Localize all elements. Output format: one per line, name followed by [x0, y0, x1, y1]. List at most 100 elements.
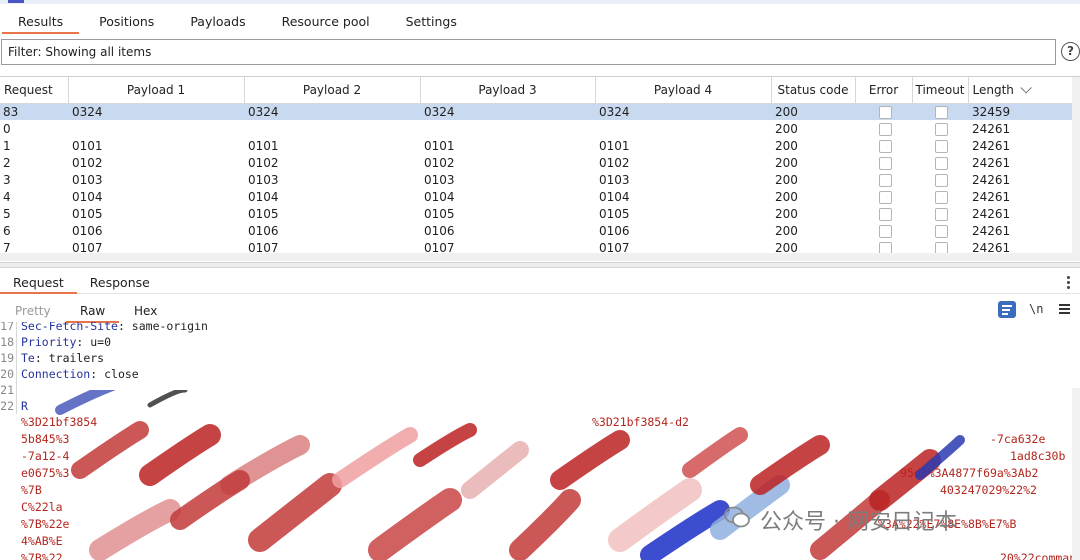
request-response-tabs: Request Response	[0, 272, 1080, 294]
cell-payload-1: 0324	[68, 103, 244, 120]
header-name: Connection	[21, 367, 91, 381]
column-header-request[interactable]: Request	[0, 77, 69, 104]
cell-length: 24261	[972, 121, 1011, 136]
editor-menu-icon[interactable]	[1059, 304, 1070, 314]
column-header-payload-1[interactable]: Payload 1	[68, 77, 245, 104]
app-accent-mark	[8, 0, 24, 3]
error-checkbox	[878, 173, 892, 187]
column-header-status-code[interactable]: Status code	[771, 77, 856, 104]
editor-line: 18 Priority: u=0	[0, 334, 111, 350]
cell-payload-4: 0101	[599, 138, 630, 153]
help-icon[interactable]: ?	[1061, 42, 1080, 61]
filter-bar[interactable]: Filter: Showing all items	[1, 39, 1056, 65]
table-row[interactable]: 5 0105 0105 0105 0105 200 24261	[0, 205, 1072, 222]
table-row[interactable]: 83 0324 0324 0324 0324 200 32459	[0, 103, 1072, 120]
table-horizontal-scrollbar[interactable]	[0, 253, 1072, 261]
tab-positions[interactable]: Positions	[81, 8, 172, 34]
tab-resource-pool[interactable]: Resource pool	[264, 8, 388, 34]
redaction-stroke	[248, 473, 342, 552]
cell-timeout	[912, 154, 968, 171]
more-options-icon[interactable]	[1067, 276, 1071, 290]
cell-timeout	[912, 103, 968, 120]
cell-length: 24261	[972, 189, 1011, 204]
redaction-stroke	[509, 489, 581, 560]
table-row[interactable]: 2 0102 0102 0102 0102 200 24261	[0, 154, 1072, 171]
cell-payload-2: 0103	[248, 172, 279, 187]
cell-timeout	[912, 120, 968, 137]
cell-payload-2: 0105	[248, 206, 279, 221]
line-number: 17	[0, 322, 14, 333]
cell-request: 0	[3, 121, 11, 136]
column-header-payload-4[interactable]: Payload 4	[595, 77, 772, 104]
split-pane-divider[interactable]	[0, 262, 1080, 268]
table-row[interactable]: 4 0104 0104 0104 0104 200 24261	[0, 188, 1072, 205]
header-separator: :	[34, 351, 49, 365]
header-separator: :	[90, 367, 105, 381]
cell-error	[855, 222, 912, 239]
cell-status-code: 200	[775, 121, 798, 136]
tab-pretty[interactable]: Pretty	[15, 300, 51, 322]
cell-status-code: 200	[771, 103, 855, 120]
tab-hex[interactable]: Hex	[134, 300, 157, 322]
table-header-row: Request Payload 1 Payload 2 Payload 3 Pa…	[0, 77, 1073, 104]
cell-payload-1	[68, 120, 244, 137]
tab-request[interactable]: Request	[0, 272, 77, 294]
cell-error	[855, 154, 912, 171]
header-value: close	[104, 367, 139, 381]
redaction-stroke	[332, 427, 418, 488]
table-row[interactable]: 0 200 24261	[0, 120, 1072, 137]
cell-request: 3	[3, 172, 11, 187]
results-table-panel: Request Payload 1 Payload 2 Payload 3 Pa…	[0, 76, 1080, 261]
cell-length: 24261	[972, 223, 1011, 238]
cell-status-code: 200	[775, 206, 798, 221]
line-number: 20	[0, 367, 14, 381]
cell-timeout	[912, 137, 968, 154]
table-row[interactable]: 6 0106 0106 0106 0106 200 24261	[0, 222, 1072, 239]
tab-settings[interactable]: Settings	[388, 8, 475, 34]
cell-payload-1: 0103	[72, 172, 103, 187]
error-checkbox	[878, 105, 892, 119]
table-row[interactable]: 1 0101 0101 0101 0101 200 24261	[0, 137, 1072, 154]
column-header-length[interactable]: Length	[968, 77, 1073, 104]
error-checkbox	[878, 190, 892, 204]
watermark: 公众号 · 网安日记本	[724, 500, 1080, 540]
cell-request: 4	[3, 189, 11, 204]
error-checkbox	[878, 122, 892, 136]
cell-length: 24261	[972, 172, 1011, 187]
cell-payload-4: 0324	[595, 103, 771, 120]
tab-response[interactable]: Response	[77, 272, 163, 293]
show-newlines-icon[interactable]: \n	[1029, 302, 1043, 316]
redaction-stroke	[55, 390, 116, 415]
timeout-checkbox	[935, 139, 948, 153]
column-header-payload-3[interactable]: Payload 3	[420, 77, 596, 104]
cell-timeout	[912, 222, 968, 239]
header-separator: :	[117, 322, 132, 333]
word-wrap-icon[interactable]	[998, 301, 1016, 318]
tab-results[interactable]: Results	[0, 8, 81, 34]
wechat-icon	[724, 506, 750, 528]
cell-error	[855, 103, 912, 120]
cell-payload-2: 0104	[248, 189, 279, 204]
sort-descending-icon	[1020, 81, 1032, 94]
cell-payload-3: 0101	[424, 138, 455, 153]
length-header-label: Length	[972, 82, 1014, 97]
cell-payload-4: 0105	[599, 206, 630, 221]
column-header-error[interactable]: Error	[855, 77, 913, 104]
redaction-stroke	[550, 430, 630, 490]
cell-payload-4	[595, 120, 771, 137]
cell-payload-1: 0102	[72, 155, 103, 170]
header-name: Te	[21, 351, 35, 365]
column-header-payload-2[interactable]: Payload 2	[244, 77, 421, 104]
error-checkbox	[878, 207, 892, 221]
cell-payload-3: 0103	[424, 172, 455, 187]
cell-payload-1: 0105	[72, 206, 103, 221]
tab-raw[interactable]: Raw	[65, 300, 120, 323]
cell-request: 2	[3, 155, 11, 170]
tab-payloads[interactable]: Payloads	[172, 8, 263, 34]
cell-payload-4: 0102	[599, 155, 630, 170]
redaction-stroke	[170, 470, 250, 530]
table-vertical-scrollbar[interactable]	[1072, 77, 1080, 261]
cell-error	[855, 171, 912, 188]
column-header-timeout[interactable]: Timeout	[912, 77, 969, 104]
table-row[interactable]: 3 0103 0103 0103 0103 200 24261	[0, 171, 1072, 188]
